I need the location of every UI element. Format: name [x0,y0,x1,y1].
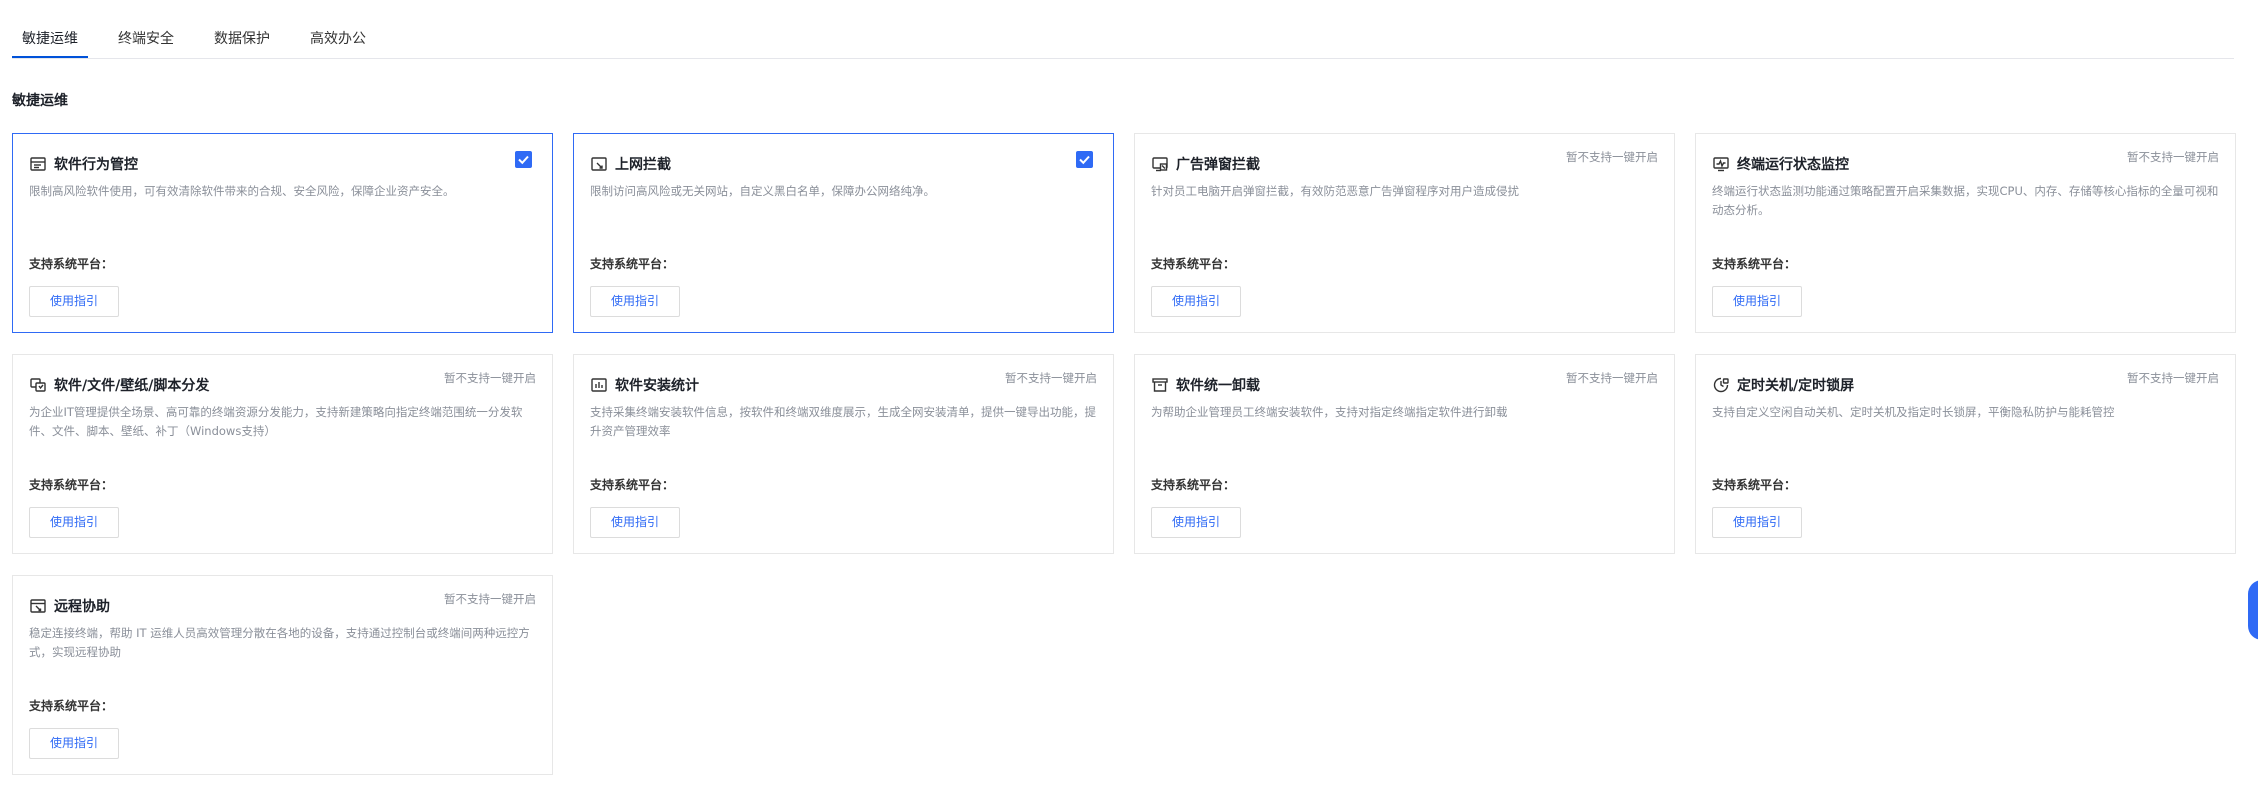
feature-card-timed-shutdown[interactable]: 定时关机/定时锁屏 暂不支持一键开启 支持自定义空闲自动关机、定时关机及指定时长… [1695,354,2236,554]
feature-card-web-block[interactable]: 上网拦截 限制访问高风险或无关网站，自定义黑白名单，保障办公网络纯净。 支持系统… [573,133,1114,333]
not-supported-note: 暂不支持一键开启 [444,371,536,385]
floating-side-tab[interactable] [2248,580,2258,640]
monitor-icon [1712,155,1730,173]
card-title: 软件统一卸载 [1176,378,1260,394]
not-supported-note: 暂不支持一键开启 [2127,371,2219,385]
platform-label: 支持系统平台： [29,478,114,492]
feature-card-software-control[interactable]: 软件行为管控 限制高风险软件使用，可有效清除软件带来的合规、安全风险，保障企业资… [12,133,553,333]
card-description: 支持自定义空闲自动关机、定时关机及指定时长锁屏，平衡隐私防护与能耗管控 [1712,405,2115,419]
card-title: 终端运行状态监控 [1737,157,1849,173]
card-description: 支持采集终端安装软件信息，按软件和终端双维度展示，生成全网安装清单，提供一键导出… [590,405,1096,438]
card-description: 为帮助企业管理员工终端安装软件，支持对指定终端指定软件进行卸载 [1151,405,1508,419]
popup-block-icon [1151,155,1169,173]
not-supported-note: 暂不支持一键开启 [1566,371,1658,385]
tab-agile-ops[interactable]: 敏捷运维 [22,28,78,48]
platform-label: 支持系统平台： [29,257,114,271]
platform-label: 支持系统平台： [1151,478,1236,492]
tab-efficient-office[interactable]: 高效办公 [310,28,366,48]
section-title: 敏捷运维 [12,93,68,109]
usage-guide-button[interactable]: 使用指引 [29,507,119,538]
platform-label: 支持系统平台： [29,699,114,713]
timer-lock-icon [1712,376,1730,394]
usage-guide-button[interactable]: 使用指引 [590,286,680,317]
usage-guide-button[interactable]: 使用指引 [1712,286,1802,317]
enable-checkbox[interactable] [1076,151,1093,168]
feature-card-install-stats[interactable]: 软件安装统计 暂不支持一键开启 支持采集终端安装软件信息，按软件和终端双维度展示… [573,354,1114,554]
usage-guide-button[interactable]: 使用指引 [29,286,119,317]
platform-label: 支持系统平台： [1712,478,1797,492]
active-tab-indicator [12,56,88,58]
uninstall-icon [1151,376,1169,394]
platform-label: 支持系统平台： [1712,257,1797,271]
usage-guide-button[interactable]: 使用指引 [1151,507,1241,538]
platform-label: 支持系统平台： [590,257,675,271]
app-window-icon [29,155,47,173]
tab-data-protection[interactable]: 数据保护 [214,28,270,48]
enable-checkbox[interactable] [515,151,532,168]
card-title: 软件行为管控 [54,157,138,173]
card-description: 稳定连接终端，帮助 IT 运维人员高效管理分散在各地的设备，支持通过控制台或终端… [29,626,530,659]
usage-guide-button[interactable]: 使用指引 [1712,507,1802,538]
card-title: 广告弹窗拦截 [1176,157,1260,173]
web-block-icon [590,155,608,173]
platform-label: 支持系统平台： [1151,257,1236,271]
category-tabs: 敏捷运维 终端安全 数据保护 高效办公 [12,18,2234,59]
card-title: 远程协助 [54,599,110,615]
card-title: 定时关机/定时锁屏 [1737,378,1855,394]
card-title: 上网拦截 [615,157,671,173]
feature-card-popup-block[interactable]: 广告弹窗拦截 暂不支持一键开启 针对员工电脑开启弹窗拦截，有效防范恶意广告弹窗程… [1134,133,1675,333]
feature-card-remote-assist[interactable]: 远程协助 暂不支持一键开启 稳定连接终端，帮助 IT 运维人员高效管理分散在各地… [12,575,553,775]
distribute-icon [29,376,47,394]
feature-card-status-monitor[interactable]: 终端运行状态监控 暂不支持一键开启 终端运行状态监测功能通过策略配置开启采集数据… [1695,133,2236,333]
feature-card-distribution[interactable]: 软件/文件/壁纸/脚本分发 暂不支持一键开启 为企业IT管理提供全场景、高可靠的… [12,354,553,554]
tab-endpoint-security[interactable]: 终端安全 [118,28,174,48]
not-supported-note: 暂不支持一键开启 [1566,150,1658,164]
remote-assist-icon [29,597,47,615]
platform-label: 支持系统平台： [590,478,675,492]
card-description: 限制高风险软件使用，可有效清除软件带来的合规、安全风险，保障企业资产安全。 [29,184,455,198]
card-title: 软件/文件/壁纸/脚本分发 [54,378,210,394]
feature-card-uninstall[interactable]: 软件统一卸载 暂不支持一键开启 为帮助企业管理员工终端安装软件，支持对指定终端指… [1134,354,1675,554]
not-supported-note: 暂不支持一键开启 [2127,150,2219,164]
card-title: 软件安装统计 [615,378,699,394]
not-supported-note: 暂不支持一键开启 [444,592,536,606]
card-description: 终端运行状态监测功能通过策略配置开启采集数据，实现CPU、内存、存储等核心指标的… [1712,184,2219,217]
usage-guide-button[interactable]: 使用指引 [1151,286,1241,317]
usage-guide-button[interactable]: 使用指引 [29,728,119,759]
usage-guide-button[interactable]: 使用指引 [590,507,680,538]
stats-icon [590,376,608,394]
card-description: 限制访问高风险或无关网站，自定义黑白名单，保障办公网络纯净。 [590,184,935,198]
card-description: 为企业IT管理提供全场景、高可靠的终端资源分发能力，支持新建策略向指定终端范围统… [29,405,523,438]
card-description: 针对员工电脑开启弹窗拦截，有效防范恶意广告弹窗程序对用户造成侵扰 [1151,184,1519,198]
not-supported-note: 暂不支持一键开启 [1005,371,1097,385]
